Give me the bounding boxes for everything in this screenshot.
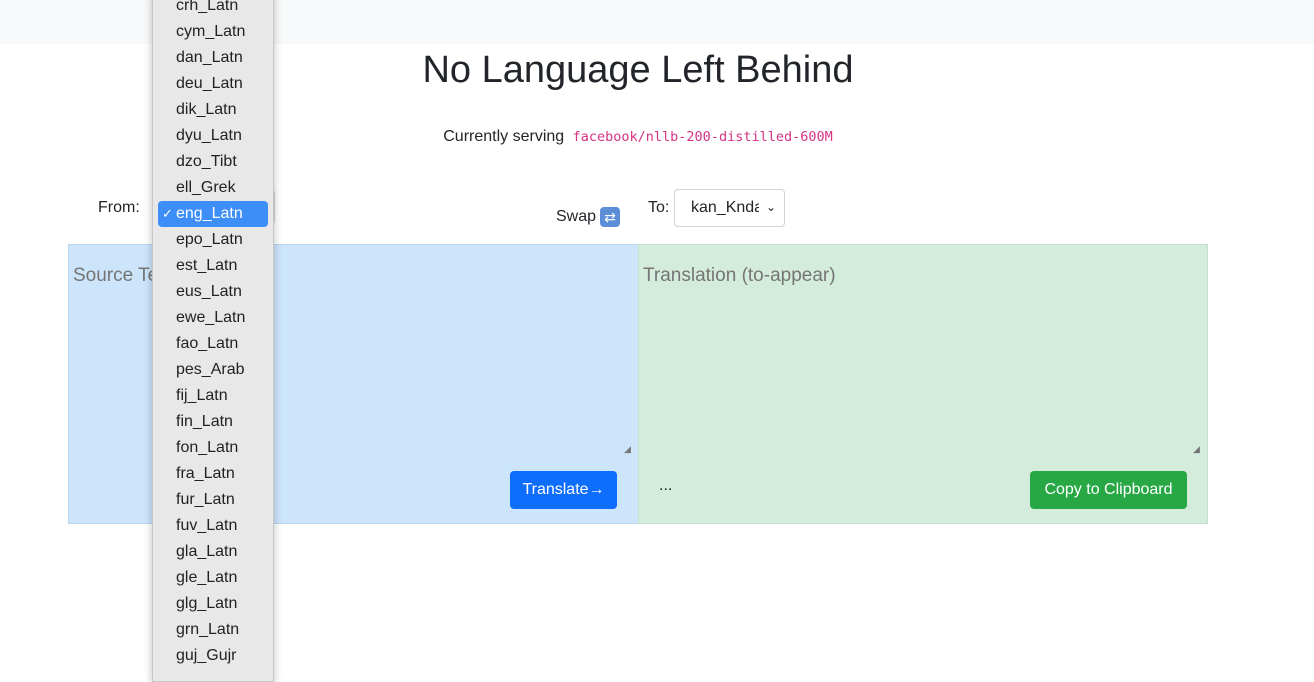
- swap-label: Swap: [556, 208, 597, 225]
- dropdown-option[interactable]: fuv_Latn: [158, 513, 268, 539]
- serving-prefix: Currently serving: [443, 128, 565, 145]
- to-language-select[interactable]: kan_Knda ⌄: [674, 189, 785, 227]
- dropdown-option[interactable]: fur_Latn: [158, 487, 268, 513]
- dropdown-option[interactable]: fin_Latn: [158, 409, 268, 435]
- dropdown-option-label: fra_Latn: [176, 465, 235, 482]
- dropdown-option-label: fij_Latn: [176, 387, 228, 404]
- copy-to-clipboard-button[interactable]: Copy to Clipboard: [1030, 471, 1187, 509]
- target-panel: ◢ ... Copy to Clipboard: [638, 244, 1208, 524]
- dropdown-option[interactable]: crh_Latn: [158, 0, 268, 19]
- dropdown-option[interactable]: glg_Latn: [158, 591, 268, 617]
- dropdown-option-label: ewe_Latn: [176, 309, 246, 326]
- translation-output[interactable]: [643, 265, 1203, 455]
- dropdown-option-label: deu_Latn: [176, 75, 243, 92]
- from-language-dropdown-list[interactable]: crh_Latn cym_Latn dan_Latn deu_Latn dik_Latn…: [152, 0, 274, 682]
- dropdown-option-label: glg_Latn: [176, 595, 238, 612]
- dropdown-option-label: fon_Latn: [176, 439, 239, 456]
- swap-icon: ⇄: [600, 207, 621, 227]
- swap-button[interactable]: Swap ⇄: [556, 207, 621, 227]
- dropdown-option[interactable]: pes_Arab: [158, 357, 268, 383]
- dropdown-option[interactable]: grn_Latn: [158, 617, 268, 643]
- dropdown-option-label: cym_Latn: [176, 23, 246, 40]
- dropdown-option[interactable]: ell_Grek: [158, 175, 268, 201]
- dropdown-option-label: grn_Latn: [176, 621, 240, 638]
- dropdown-option-label: epo_Latn: [176, 231, 243, 248]
- dropdown-option[interactable]: gle_Latn: [158, 565, 268, 591]
- dropdown-option[interactable]: fij_Latn: [158, 383, 268, 409]
- dropdown-option[interactable]: deu_Latn: [158, 71, 268, 97]
- dropdown-option-label: eng_Latn: [176, 205, 243, 222]
- dropdown-option[interactable]: ✓ eng_Latn: [158, 201, 268, 227]
- dropdown-option[interactable]: dyu_Latn: [158, 123, 268, 149]
- dropdown-option-label: crh_Latn: [176, 0, 239, 14]
- dropdown-option-label: dik_Latn: [176, 101, 237, 118]
- chevron-down-icon: ⌄: [765, 200, 776, 214]
- dropdown-option-label: fao_Latn: [176, 335, 239, 352]
- dropdown-option-label: eus_Latn: [176, 283, 242, 300]
- dropdown-option[interactable]: dzo_Tibt: [158, 149, 268, 175]
- dropdown-option[interactable]: eus_Latn: [158, 279, 268, 305]
- dropdown-option-label: dzo_Tibt: [176, 153, 237, 170]
- dropdown-option[interactable]: fon_Latn: [158, 435, 268, 461]
- dropdown-option-label: dyu_Latn: [176, 127, 242, 144]
- dropdown-option[interactable]: gla_Latn: [158, 539, 268, 565]
- dropdown-option[interactable]: epo_Latn: [158, 227, 268, 253]
- to-label: To:: [648, 199, 670, 216]
- dropdown-option[interactable]: fao_Latn: [158, 331, 268, 357]
- dropdown-option-label: fuv_Latn: [176, 517, 238, 534]
- dropdown-option[interactable]: fra_Latn: [158, 461, 268, 487]
- dropdown-option[interactable]: dik_Latn: [158, 97, 268, 123]
- dropdown-option-label: fin_Latn: [176, 413, 233, 430]
- dropdown-option[interactable]: cym_Latn: [158, 19, 268, 45]
- dropdown-option[interactable]: ewe_Latn: [158, 305, 268, 331]
- status-indicator: ...: [659, 477, 673, 494]
- dropdown-option-label: gle_Latn: [176, 569, 238, 586]
- translate-button[interactable]: Translate→: [510, 471, 617, 509]
- checkmark-icon: ✓: [162, 206, 173, 221]
- model-name: facebook/nllb-200-distilled-600M: [572, 129, 833, 145]
- resize-grip-icon[interactable]: ◢: [624, 445, 632, 454]
- dropdown-option-label: ell_Grek: [176, 179, 236, 196]
- from-label: From:: [98, 199, 140, 216]
- to-language-value: kan_Knda: [691, 199, 759, 216]
- dropdown-option-label: fur_Latn: [176, 491, 235, 508]
- dropdown-option-label: est_Latn: [176, 257, 238, 274]
- dropdown-option-label: pes_Arab: [176, 361, 245, 378]
- dropdown-option[interactable]: guj_Gujr: [158, 643, 268, 669]
- resize-grip-icon[interactable]: ◢: [1193, 445, 1201, 454]
- dropdown-option-label: guj_Gujr: [176, 647, 237, 664]
- dropdown-option-label: gla_Latn: [176, 543, 238, 560]
- dropdown-option-label: dan_Latn: [176, 49, 243, 66]
- dropdown-option[interactable]: est_Latn: [158, 253, 268, 279]
- dropdown-option[interactable]: dan_Latn: [158, 45, 268, 71]
